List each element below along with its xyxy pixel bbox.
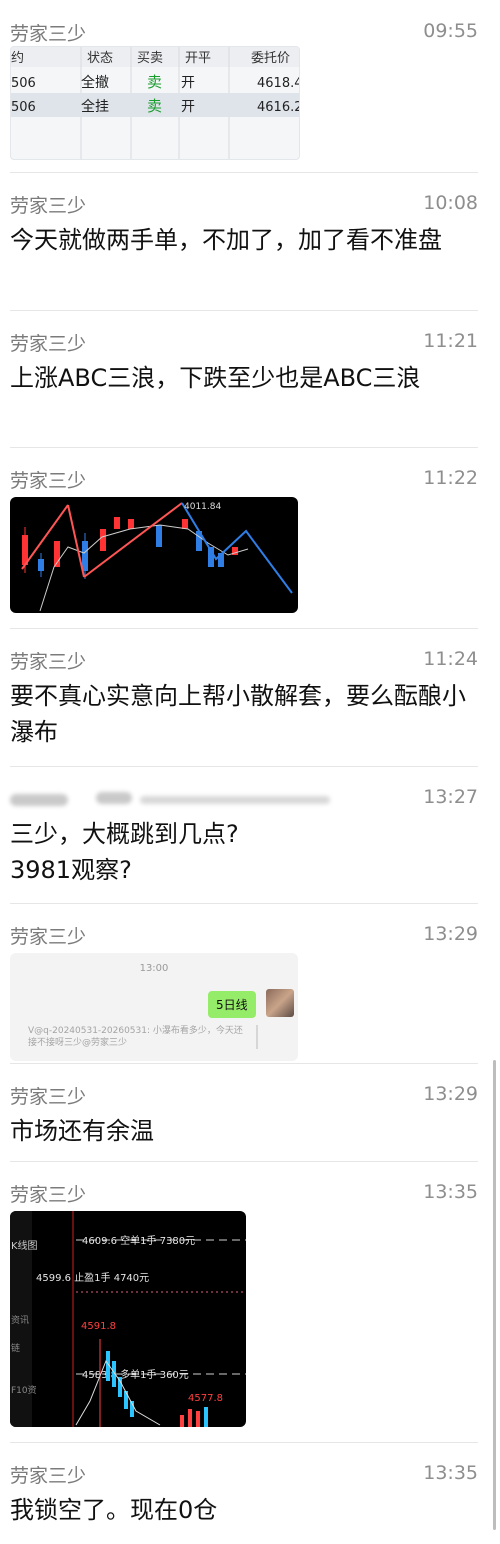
message-time: 11:21 [423,330,478,352]
sender-name[interactable]: 劳家三少 [10,191,86,218]
order-table-image[interactable]: 约 状态 买卖 开平 委托价 506 全撤 卖 开 4618.4 506 全挂 … [10,46,300,160]
row1-contract: 506 [11,76,36,91]
chart-image[interactable]: 4011.84 [10,497,298,613]
row2-contract: 506 [11,100,36,115]
row1-price: 4618.4 [257,76,299,91]
message-2: 劳家三少 10:08 今天就做两手单，不加了，加了看不准盘 [0,172,478,311]
row2-price: 4616.2 [257,100,299,115]
message-time: 11:24 [423,648,478,670]
message-text: 上涨ABC三浪，下跌至少也是ABC三浪 [10,364,421,392]
short-order-line: 4609.6 空单1手 7380元 [82,1234,195,1247]
chat-screenshot-image[interactable]: 13:00 5日线 V@q-20240531-20260531: 小瀑布看多少，… [10,953,298,1061]
row2-side: 卖 [147,97,162,115]
side-tab-kline: K线图 [11,1239,38,1252]
message-text: 今天就做两手单，不加了，加了看不准盘 [10,226,442,254]
message-6: 13:27 三少，大概跳到几点? 3981观察? [0,766,478,904]
kline-chart: K线图 资讯 链 F10资 4609.6 空单1手 7380元 4599.6 止… [10,1211,246,1427]
message-time: 10:08 [423,192,478,214]
sender-name[interactable]: 劳家三少 [10,1180,86,1207]
message-time: 13:35 [423,1462,478,1484]
message-text: 要不真心实意向上帮小散解套，要么酝酿小瀑布 [10,682,466,746]
message-text-line-1: 三少，大概跳到几点? [10,820,239,848]
sender-name[interactable]: 劳家三少 [10,1082,86,1109]
scrollbar[interactable] [493,1060,496,1530]
sender-name[interactable]: 劳家三少 [10,19,86,46]
sender-name[interactable]: 劳家三少 [10,922,86,949]
table-header-contract: 约 [11,51,24,66]
quoted-message: V@q-20240531-20260531: 小瀑布看多少，今天还接不接呀三少@… [28,1026,243,1048]
message-5: 劳家三少 11:24 要不真心实意向上帮小散解套，要么酝酿小瀑布 [0,628,478,767]
stop-profit-label: 4599.6 止盈1手 4740元 [36,1271,149,1284]
sender-name[interactable]: 劳家三少 [10,466,86,493]
sender-name-obscured[interactable] [10,790,340,810]
price-label-low: 4577.8 [188,1393,223,1404]
table-header-price: 委托价 [251,51,290,66]
sender-name[interactable]: 劳家三少 [10,1461,86,1488]
row2-openclose: 开 [181,99,195,115]
table-header-status: 状态 [87,51,113,66]
row1-openclose: 开 [181,75,195,91]
message-8: 劳家三少 13:29 市场还有余温 [0,1063,478,1162]
candles [22,517,238,579]
side-tab-news: 资讯 [11,1315,29,1326]
row1-side: 卖 [147,73,162,91]
message-time: 11:22 [423,467,478,489]
order-table: 约 状态 买卖 开平 委托价 506 全撤 卖 开 4618.4 506 全挂 … [11,47,299,159]
message-10: 劳家三少 13:35 我锁空了。现在0仓 [0,1442,478,1544]
message-1: 劳家三少 09:55 约 状态 买卖 开平 委托价 506 全撤 卖 开 461… [0,0,478,173]
price-label-high: 4591.8 [81,1321,116,1332]
long-order-line: 4583.8 多单1手 360元 [82,1368,189,1381]
table-header-openclose: 开平 [185,51,211,66]
sender-name[interactable]: 劳家三少 [10,647,86,674]
kline-candles [99,1339,208,1427]
message-text: 我锁空了。现在0仓 [10,1496,218,1524]
message-time: 13:27 [423,786,478,808]
chat-time: 13:00 [139,963,169,974]
side-tab-chain: 链 [11,1342,20,1354]
row2-status: 全挂 [81,98,109,115]
wave-chart: 4011.84 [21,502,293,612]
message-time: 13:35 [423,1181,478,1203]
chat-bubble: 5日线 [208,991,256,1018]
sender-name[interactable]: 劳家三少 [10,329,86,356]
message-time: 13:29 [423,1083,478,1105]
message-3: 劳家三少 11:21 上涨ABC三浪，下跌至少也是ABC三浪 [0,310,478,448]
peak-label: 4011.84 [184,502,221,512]
message-4: 劳家三少 11:22 4011.84 [0,447,478,629]
side-tab-f10: F10资 [11,1385,37,1396]
avatar [266,989,294,1017]
message-time: 13:29 [423,923,478,945]
message-9: 劳家三少 13:35 K线图 资讯 链 F10资 4609.6 空单1手 738… [0,1161,478,1443]
message-text: 市场还有余温 [10,1117,154,1145]
message-time: 09:55 [423,20,478,42]
kline-image[interactable]: K线图 资讯 链 F10资 4609.6 空单1手 7380元 4599.6 止… [10,1211,246,1427]
message-text-line-2: 3981观察? [10,856,132,884]
quote-bar [256,1025,258,1049]
table-header-side: 买卖 [137,51,163,66]
message-7: 劳家三少 13:29 13:00 5日线 V@q-20240531-202605… [0,903,478,1064]
row1-status: 全撤 [81,74,109,91]
